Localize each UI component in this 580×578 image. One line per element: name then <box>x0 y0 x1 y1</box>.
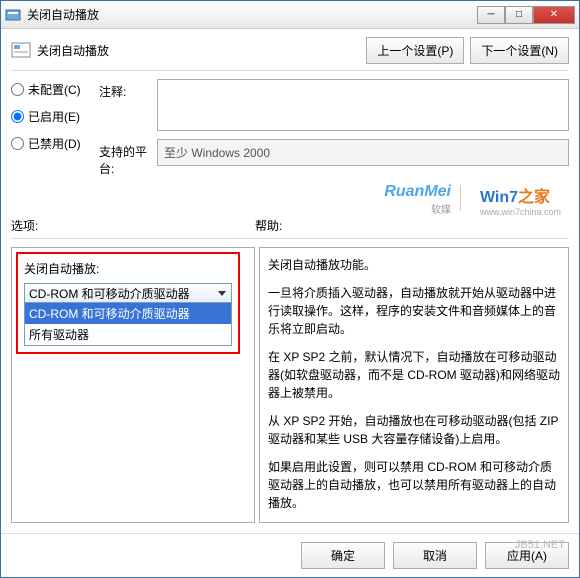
config-right-col: 注释: 支持的平台: 至少 Windows 2000 <box>99 79 569 185</box>
help-p6: 此设置禁用其他类型的驱动器上的自动播放。无法使用此设置在默认情况下已禁用的自动播… <box>268 522 560 523</box>
panels: 关闭自动播放: CD-ROM 和可移动介质驱动器 CD-ROM 和可移动介质驱动… <box>11 247 569 523</box>
close-button[interactable]: ✕ <box>533 6 575 24</box>
radio-enabled-input[interactable] <box>11 110 24 123</box>
radio-not-configured-label: 未配置(C) <box>28 81 81 98</box>
help-panel[interactable]: 关闭自动播放功能。 一旦将介质插入驱动器，自动播放就开始从驱动器中进行读取操作。… <box>259 247 569 523</box>
platform-label: 支持的平台: <box>99 139 151 177</box>
nav-buttons: 上一个设置(P) 下一个设置(N) <box>366 37 569 64</box>
win7-text: Win7 <box>480 189 518 206</box>
dialog-content: 关闭自动播放 上一个设置(P) 下一个设置(N) 未配置(C) 已启用(E) <box>1 29 579 529</box>
select-value: CD-ROM 和可移动介质驱动器 <box>29 285 190 302</box>
select-wrap: CD-ROM 和可移动介质驱动器 CD-ROM 和可移动介质驱动器 所有驱动器 <box>24 283 232 346</box>
radio-disabled[interactable]: 已禁用(D) <box>11 135 91 152</box>
comment-input[interactable] <box>157 79 569 131</box>
prev-setting-button[interactable]: 上一个设置(P) <box>366 37 464 64</box>
maximize-button[interactable]: □ <box>505 6 533 24</box>
policy-icon <box>11 42 31 60</box>
dropdown-item-all[interactable]: 所有驱动器 <box>25 324 231 345</box>
ok-button[interactable]: 确定 <box>301 542 385 569</box>
win7-suffix: 之家 <box>518 189 550 206</box>
help-p3: 在 XP SP2 之前，默认情况下，自动播放在可移动驱动器(如软盘驱动器，而不是… <box>268 348 560 402</box>
help-p5: 如果启用此设置，则可以禁用 CD-ROM 和可移动介质驱动器上的自动播放，也可以… <box>268 458 560 512</box>
win7-url: www.win7china.com <box>480 207 561 217</box>
highlight-box: 关闭自动播放: CD-ROM 和可移动介质驱动器 CD-ROM 和可移动介质驱动… <box>16 252 240 354</box>
win7-logo: Win7之家 www.win7china.com <box>480 183 561 217</box>
app-icon <box>5 7 21 23</box>
autoplay-off-label: 关闭自动播放: <box>24 260 232 277</box>
radio-enabled-label: 已启用(E) <box>28 108 80 125</box>
next-setting-button[interactable]: 下一个设置(N) <box>470 37 569 64</box>
dialog-window: 关闭自动播放 ─ □ ✕ 关闭自动播放 上一个设置(P) 下一个设置(N) 未配… <box>0 0 580 578</box>
radio-disabled-input[interactable] <box>11 137 24 150</box>
platform-value: 至少 Windows 2000 <box>157 139 569 166</box>
section-labels: 选项: 帮助: <box>11 217 569 234</box>
drive-type-select[interactable]: CD-ROM 和可移动介质驱动器 <box>24 283 232 303</box>
help-p4: 从 XP SP2 开始，自动播放也在可移动驱动器(包括 ZIP 驱动器和某些 U… <box>268 412 560 448</box>
radio-disabled-label: 已禁用(D) <box>28 135 81 152</box>
options-label: 选项: <box>11 217 255 234</box>
dropdown-item-cdrom[interactable]: CD-ROM 和可移动介质驱动器 <box>25 303 231 324</box>
policy-title: 关闭自动播放 <box>37 42 366 59</box>
cancel-button[interactable]: 取消 <box>393 542 477 569</box>
watermark-area: RuanMei 软媒 Win7之家 www.win7china.com <box>11 183 569 211</box>
help-p1: 关闭自动播放功能。 <box>268 256 560 274</box>
comment-label: 注释: <box>99 79 151 100</box>
ruanmei-sub: 软媒 <box>384 201 451 216</box>
drive-type-dropdown: CD-ROM 和可移动介质驱动器 所有驱动器 <box>24 302 232 346</box>
divider <box>11 70 569 71</box>
radio-not-configured-input[interactable] <box>11 83 24 96</box>
divider-2 <box>11 238 569 239</box>
config-area: 未配置(C) 已启用(E) 已禁用(D) 注释: 支持的平台: <box>11 79 569 185</box>
minimize-button[interactable]: ─ <box>477 6 505 24</box>
jb51-watermark: JB51.NET <box>515 539 565 551</box>
dialog-footer: 确定 取消 应用(A) JB51.NET <box>1 533 579 577</box>
ruanmei-text: RuanMei <box>384 183 451 200</box>
help-p2: 一旦将介质插入驱动器，自动播放就开始从驱动器中进行读取操作。这样，程序的安装文件… <box>268 284 560 338</box>
help-label: 帮助: <box>255 217 569 234</box>
options-panel: 关闭自动播放: CD-ROM 和可移动介质驱动器 CD-ROM 和可移动介质驱动… <box>11 247 255 523</box>
radio-enabled[interactable]: 已启用(E) <box>11 108 91 125</box>
titlebar: 关闭自动播放 ─ □ ✕ <box>1 1 579 29</box>
window-controls: ─ □ ✕ <box>477 6 575 24</box>
window-title: 关闭自动播放 <box>27 6 477 23</box>
ruanmei-logo: RuanMei 软媒 <box>384 183 451 216</box>
header-row: 关闭自动播放 上一个设置(P) 下一个设置(N) <box>11 37 569 64</box>
watermark-divider <box>460 185 461 211</box>
radio-not-configured[interactable]: 未配置(C) <box>11 81 91 98</box>
platform-row: 支持的平台: 至少 Windows 2000 <box>99 139 569 177</box>
comment-row: 注释: <box>99 79 569 131</box>
radio-group: 未配置(C) 已启用(E) 已禁用(D) <box>11 79 91 185</box>
